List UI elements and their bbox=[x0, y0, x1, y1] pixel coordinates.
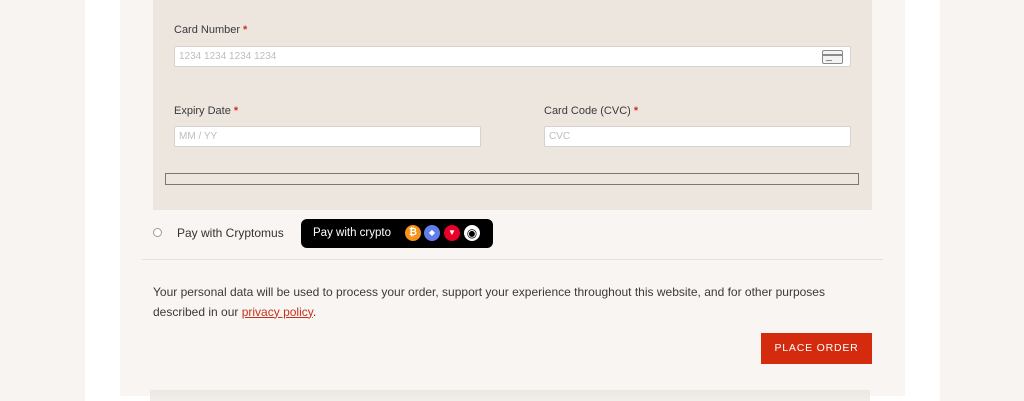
cryptomus-icon: ◉ bbox=[464, 225, 480, 241]
card-code-label-text: Card Code (CVC) bbox=[544, 105, 631, 117]
privacy-text-end: . bbox=[312, 304, 317, 319]
card-number-input[interactable]: 1234 1234 1234 1234 bbox=[174, 46, 851, 67]
card-number-placeholder: 1234 1234 1234 1234 bbox=[179, 51, 277, 62]
section-divider bbox=[142, 259, 883, 260]
required-mark: * bbox=[233, 105, 239, 117]
card-code-placeholder: CVC bbox=[549, 131, 571, 142]
pay-with-crypto-badge: Pay with crypto ₿ ◆ ▼ ◉ bbox=[301, 219, 493, 248]
expiry-date-input[interactable]: MM / YY bbox=[174, 126, 481, 147]
credit-card-icon bbox=[822, 50, 843, 64]
bitcoin-icon: ₿ bbox=[405, 225, 421, 241]
card-element-container bbox=[165, 173, 859, 185]
tron-icon: ▼ bbox=[444, 225, 460, 241]
cryptomus-radio[interactable] bbox=[153, 228, 162, 237]
crypto-badge-text: Pay with crypto bbox=[313, 227, 391, 239]
required-mark: * bbox=[243, 24, 248, 36]
expiry-date-label: Expiry Date * bbox=[174, 105, 238, 117]
card-number-label-text: Card Number bbox=[174, 24, 241, 36]
place-order-button[interactable]: PLACE ORDER bbox=[761, 333, 872, 364]
cryptomus-label[interactable]: Pay with Cryptomus bbox=[177, 226, 284, 240]
card-code-label: Card Code (CVC) * bbox=[544, 105, 638, 117]
expiry-date-label-text: Expiry Date bbox=[174, 105, 231, 117]
ethereum-icon: ◆ bbox=[424, 225, 440, 241]
expiry-date-placeholder: MM / YY bbox=[179, 131, 218, 142]
box-shadow bbox=[150, 390, 870, 401]
privacy-policy-link[interactable]: privacy policy bbox=[242, 305, 313, 319]
required-mark: * bbox=[633, 105, 639, 117]
privacy-notice: Your personal data will be used to proce… bbox=[153, 283, 843, 322]
card-code-input[interactable]: CVC bbox=[544, 126, 851, 147]
card-number-label: Card Number * bbox=[174, 24, 247, 36]
